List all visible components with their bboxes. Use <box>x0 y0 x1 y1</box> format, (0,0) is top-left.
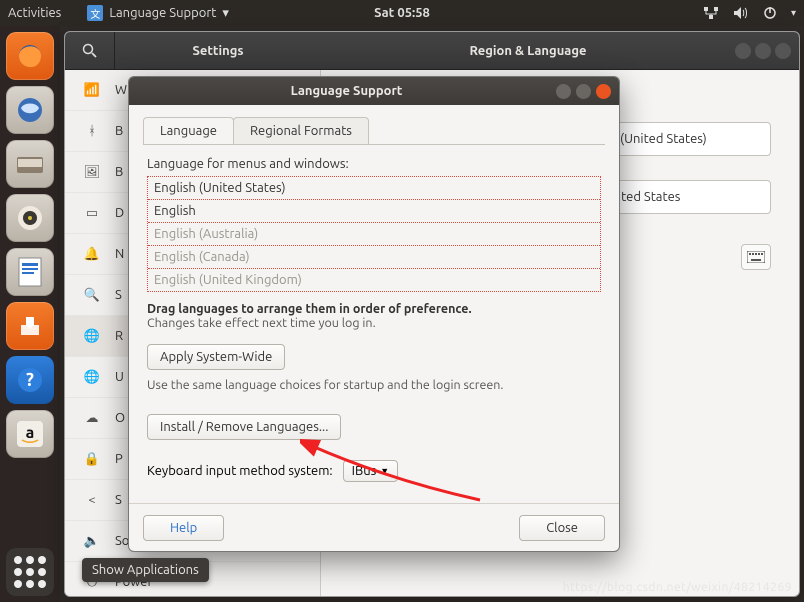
dock-software[interactable] <box>6 302 54 350</box>
settings-search-button[interactable] <box>65 32 115 69</box>
watermark: https://blog.csdn.net/weixin/48214269 <box>563 581 792 594</box>
language-list[interactable]: English (United States)EnglishEnglish (A… <box>147 176 601 292</box>
tab-regional-formats[interactable]: Regional Formats <box>233 117 369 144</box>
sidebar-icon: 📶 <box>83 83 101 98</box>
tab-bar: Language Regional Formats <box>129 105 619 144</box>
dock-writer[interactable] <box>6 248 54 296</box>
system-menu-caret-icon[interactable]: ▾ <box>791 7 796 19</box>
apply-system-wide-button[interactable]: Apply System-Wide <box>147 344 285 370</box>
svg-text:a: a <box>26 424 35 442</box>
chevron-down-icon: ▼ <box>380 466 389 476</box>
language-list-item[interactable]: English (United States) <box>148 177 600 200</box>
sidebar-item-label: B <box>115 165 123 179</box>
sidebar-icon: 🔈 <box>83 534 101 549</box>
sidebar-icon: 🔔 <box>83 247 101 262</box>
sidebar-icon: 🔒 <box>83 452 101 467</box>
language-list-item[interactable]: English (United Kingdom) <box>148 269 600 291</box>
settings-titlebar: Settings Region & Language <box>65 32 799 70</box>
sidebar-icon: ᚼ <box>83 124 101 138</box>
minimize-button[interactable] <box>735 43 751 59</box>
sidebar-item-label: S <box>115 493 122 507</box>
drag-hint-bold: Drag languages to arrange them in order … <box>147 302 601 316</box>
settings-panel-title: Region & Language <box>321 44 735 58</box>
network-icon[interactable] <box>703 6 719 20</box>
sidebar-item-label: U <box>115 370 124 384</box>
language-list-label: Language for menus and windows: <box>147 157 601 171</box>
dialog-minimize-button[interactable] <box>556 84 571 99</box>
tab-language[interactable]: Language <box>143 117 234 144</box>
sidebar-icon: 🔍 <box>83 288 101 303</box>
sidebar-item-label: R <box>115 329 123 343</box>
close-button[interactable] <box>775 43 791 59</box>
dock-amazon[interactable]: a <box>6 410 54 458</box>
dock-rhythmbox[interactable] <box>6 194 54 242</box>
apply-hint: Use the same language choices for startu… <box>147 378 601 392</box>
maximize-button[interactable] <box>755 43 771 59</box>
volume-icon[interactable] <box>733 6 749 20</box>
top-bar: Activities 文 Language Support ▾ Sat 05:5… <box>0 0 804 26</box>
sidebar-icon: < <box>83 493 101 507</box>
sidebar-icon: 🖼 <box>83 165 101 180</box>
language-list-item[interactable]: English <box>148 200 600 223</box>
svg-text:?: ? <box>26 370 34 390</box>
sidebar-icon: 🌐 <box>83 370 101 385</box>
install-remove-languages-button[interactable]: Install / Remove Languages... <box>147 414 341 440</box>
keyboard-method-value: IBus <box>352 464 377 478</box>
sidebar-item-label: N <box>115 247 124 261</box>
keyboard-method-label: Keyboard input method system: <box>147 464 333 478</box>
settings-title: Settings <box>115 44 321 58</box>
dock-files[interactable] <box>6 140 54 188</box>
dropdown-caret-icon: ▾ <box>222 6 229 21</box>
clock[interactable]: Sat 05:58 <box>374 6 430 20</box>
dock-help[interactable]: ? <box>6 356 54 404</box>
dialog-maximize-button[interactable] <box>576 84 591 99</box>
drag-hint: Changes take effect next time you log in… <box>147 316 601 330</box>
app-menu-label[interactable]: Language Support <box>109 6 216 20</box>
sidebar-icon: ☁ <box>83 411 101 426</box>
sidebar-item-label: D <box>115 206 124 220</box>
onscreen-keyboard-button[interactable] <box>741 244 771 270</box>
dock-thunderbird[interactable] <box>6 86 54 134</box>
language-list-item[interactable]: English (Australia) <box>148 223 600 246</box>
language-support-dialog: Language Support Language Regional Forma… <box>128 76 620 552</box>
sidebar-item-label: W <box>115 83 127 97</box>
dialog-footer: Help Close <box>129 503 619 551</box>
language-list-item[interactable]: English (Canada) <box>148 246 600 269</box>
power-icon[interactable] <box>763 6 777 20</box>
dock: ? a <box>0 26 60 602</box>
keyboard-method-select[interactable]: IBus ▼ <box>343 460 399 482</box>
keyboard-icon <box>747 251 765 263</box>
activities-button[interactable]: Activities <box>8 6 61 20</box>
help-button[interactable]: Help <box>143 515 224 541</box>
sidebar-icon: 🌐 <box>83 329 101 344</box>
app-indicator-icon[interactable]: 文 <box>87 5 103 21</box>
dialog-titlebar[interactable]: Language Support <box>129 77 619 105</box>
dock-firefox[interactable] <box>6 32 54 80</box>
sidebar-item-label: S <box>115 288 122 302</box>
sidebar-item-label: P <box>115 452 123 466</box>
sidebar-item-label: B <box>115 124 123 138</box>
dialog-close-button[interactable] <box>596 84 611 99</box>
sidebar-icon: ▭ <box>83 206 101 221</box>
dialog-title: Language Support <box>137 84 556 98</box>
show-applications-tooltip: Show Applications <box>82 558 209 582</box>
show-applications-button[interactable] <box>6 548 54 596</box>
footer-close-button[interactable]: Close <box>519 515 605 541</box>
sidebar-item-label: O <box>115 411 125 425</box>
